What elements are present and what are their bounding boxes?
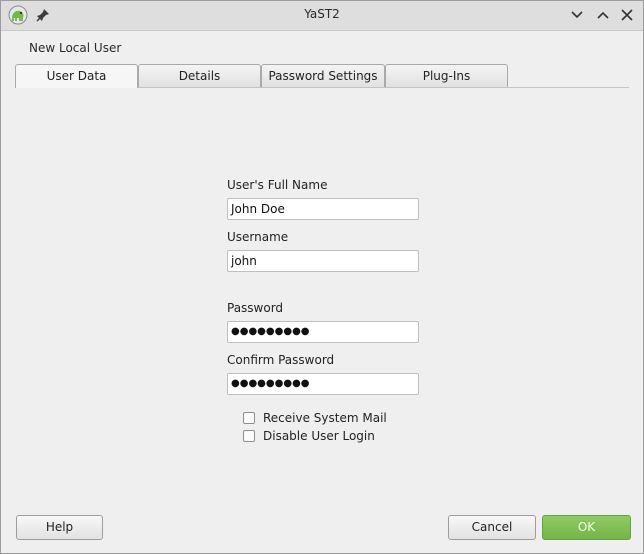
- help-button[interactable]: Help: [16, 515, 103, 540]
- password-label: Password: [227, 301, 284, 315]
- receive-system-mail-checkbox[interactable]: [243, 412, 255, 424]
- full-name-label: User's Full Name: [227, 178, 328, 192]
- tab-user-data[interactable]: User Data: [15, 64, 138, 88]
- receive-system-mail-label[interactable]: Receive System Mail: [263, 411, 387, 425]
- close-icon[interactable]: [618, 6, 636, 24]
- ok-button[interactable]: OK: [542, 515, 631, 540]
- confirm-password-label: Confirm Password: [227, 353, 335, 367]
- tab-details[interactable]: Details: [138, 64, 261, 87]
- password-field[interactable]: ●●●●●●●●●: [227, 321, 419, 343]
- title-bar[interactable]: YaST2: [1, 1, 643, 31]
- chevron-down-icon[interactable]: [568, 6, 586, 24]
- username-label: Username: [227, 230, 289, 244]
- tab-plug-ins[interactable]: Plug-Ins: [385, 64, 508, 87]
- full-name-field[interactable]: John Doe: [227, 198, 419, 220]
- disable-user-login-checkbox[interactable]: [243, 430, 255, 442]
- dialog-heading: New Local User: [29, 41, 122, 55]
- username-field[interactable]: john: [227, 250, 419, 272]
- confirm-password-field[interactable]: ●●●●●●●●●: [227, 373, 419, 395]
- disable-user-login-label[interactable]: Disable User Login: [263, 429, 375, 443]
- yast-window: YaST2 New Local User User Data Details P…: [0, 0, 644, 554]
- window-title: YaST2: [304, 7, 340, 21]
- tab-password-settings[interactable]: Password Settings: [261, 64, 385, 87]
- cancel-button[interactable]: Cancel: [448, 515, 536, 540]
- chevron-up-icon[interactable]: [594, 6, 612, 24]
